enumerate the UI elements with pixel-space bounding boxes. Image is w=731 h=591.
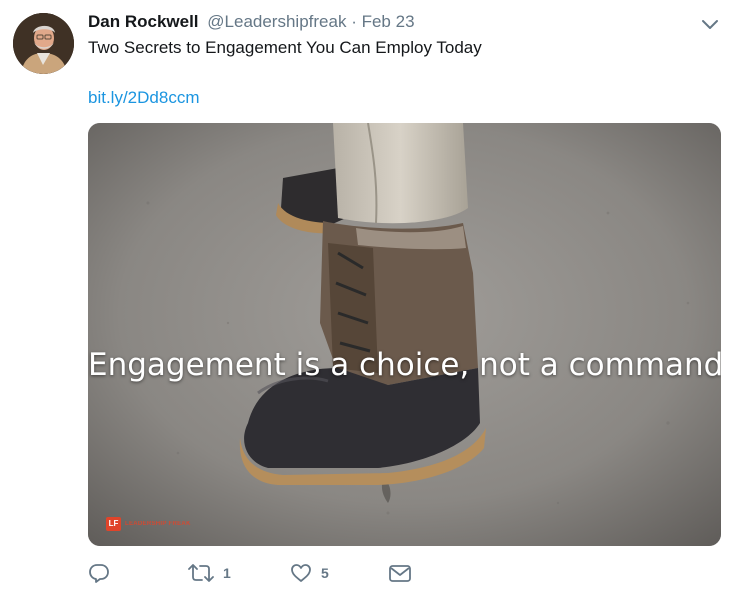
tweet-link[interactable]: bit.ly/2Dd8ccm: [88, 87, 199, 109]
author-name[interactable]: Dan Rockwell: [88, 12, 199, 31]
watermark-text: LEADERSHIP FREAK: [125, 521, 191, 527]
retweet-count: 1: [223, 565, 231, 581]
tweet-text: Two Secrets to Engagement You Can Employ…: [88, 38, 482, 57]
message-icon: [388, 562, 412, 584]
separator-dot: ·: [351, 12, 357, 31]
direct-message-button[interactable]: [388, 562, 412, 584]
watermark-logo: LF LEADERSHIP FREAK: [106, 517, 191, 531]
boot-photo: [88, 123, 721, 546]
tweet: Dan Rockwell @Leadershipfreak · Feb 23 T…: [0, 0, 731, 591]
tweet-actions: 1 5: [88, 562, 508, 588]
like-count: 5: [321, 565, 329, 581]
retweet-icon: [188, 562, 214, 584]
heart-icon: [290, 562, 312, 584]
tweet-image[interactable]: Engagement is a choice, not a command. L…: [88, 123, 721, 546]
image-caption: Engagement is a choice, not a command.: [88, 347, 721, 383]
avatar[interactable]: [13, 13, 74, 74]
reply-icon: [88, 562, 110, 584]
chevron-down-icon[interactable]: [698, 15, 722, 35]
author-handle[interactable]: @Leadershipfreak: [207, 12, 346, 31]
retweet-button[interactable]: 1: [188, 562, 231, 584]
tweet-header: Dan Rockwell @Leadershipfreak · Feb 23: [88, 11, 415, 33]
watermark-badge: LF: [106, 517, 121, 531]
like-button[interactable]: 5: [290, 562, 329, 584]
reply-button[interactable]: [88, 562, 119, 584]
tweet-timestamp[interactable]: Feb 23: [362, 12, 415, 31]
